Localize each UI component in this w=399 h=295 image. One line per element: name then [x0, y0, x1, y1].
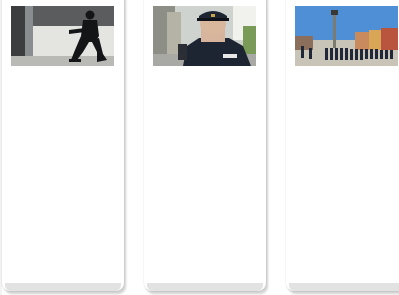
- police-officer-radio-photo: [153, 6, 256, 66]
- parade-square-column-photo: [295, 6, 398, 66]
- news-card[interactable]: [144, 0, 266, 291]
- card-footer: [147, 283, 263, 291]
- card-footer: [289, 283, 399, 291]
- tactical-officer-kneeling-photo: [11, 6, 114, 66]
- card-footer: [5, 283, 121, 291]
- card-gallery: [0, 0, 399, 295]
- card-thumbnail[interactable]: [153, 6, 256, 66]
- card-thumbnail[interactable]: [295, 6, 398, 66]
- card-thumbnail[interactable]: [11, 6, 114, 66]
- news-card[interactable]: [286, 0, 399, 291]
- news-card[interactable]: [2, 0, 124, 291]
